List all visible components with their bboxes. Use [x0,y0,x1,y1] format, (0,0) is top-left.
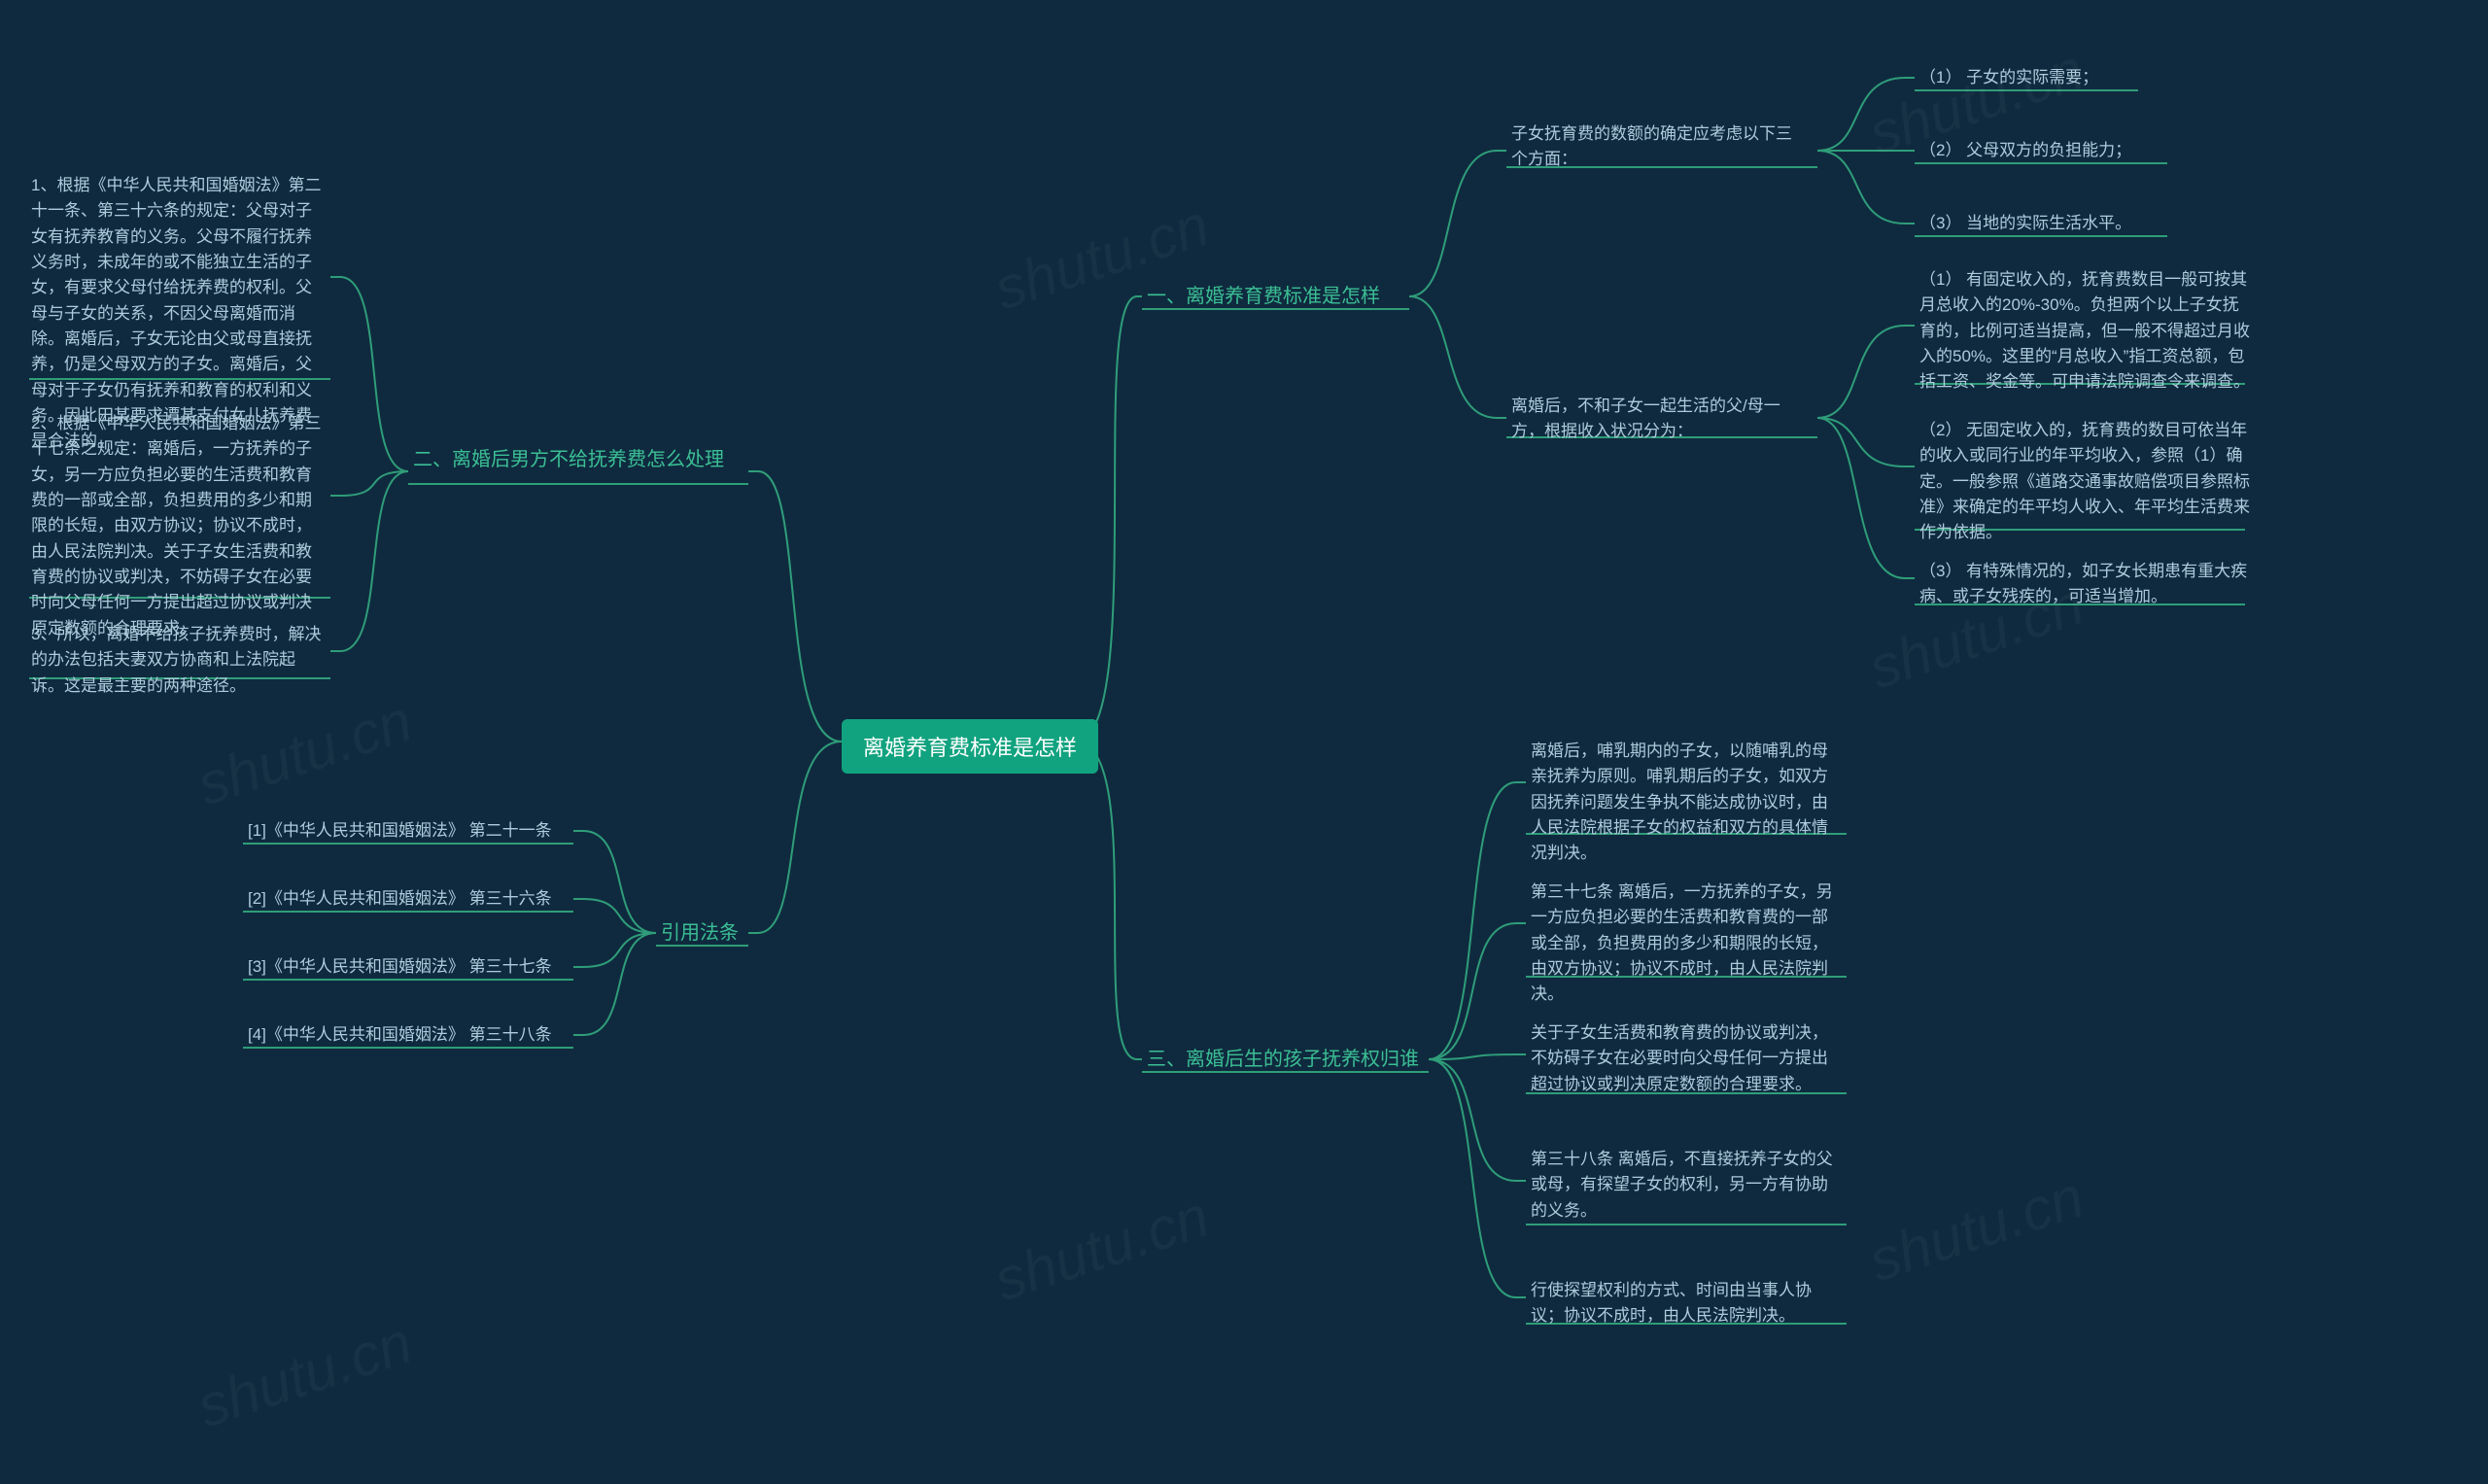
b2-leaf-2-text: 2、根据《中华人民共和国婚姻法》第三十七条之规定：离婚后，一方抚养的子女，另一方… [31,414,321,638]
watermark-text: shutu.cn [190,1310,419,1440]
watermark: shutu.cn [190,1309,420,1441]
branch-1[interactable]: 一、离婚养育费标准是怎样 [1147,282,1380,312]
b2-leaf-3[interactable]: 3、所以，离婚不给孩子抚养费时，解决的办法包括夫妻双方协商和上法院起诉。这是最主… [31,622,323,699]
branch-4-label: 引用法条 [661,922,739,944]
branch-4[interactable]: 引用法条 [661,918,739,949]
b3-leaf-4-text: 第三十八条 离婚后，不直接抚养子女的父或母，有探望子女的权利，另一方有协助的义务… [1531,1150,1833,1220]
b4-leaf-3[interactable]: [3]《中华人民共和国婚姻法》 第三十七条 [248,954,552,980]
branch-3-label: 三、离婚后生的孩子抚养权归谁 [1147,1049,1419,1070]
b3-leaf-4[interactable]: 第三十八条 离婚后，不直接抚养子女的父或母，有探望子女的权利，另一方有协助的义务… [1531,1147,1842,1224]
b2-leaf-2[interactable]: 2、根据《中华人民共和国婚姻法》第三十七条之规定：离婚后，一方抚养的子女，另一方… [31,411,323,641]
b3-leaf-3-text: 关于子女生活费和教育费的协议或判决，不妨碍子女在必要时向父母任何一方提出超过协议… [1531,1023,1828,1093]
b3-leaf-2-text: 第三十七条 离婚后，一方抚养的子女，另一方应负担必要的生活费和教育费的一部或全部… [1531,882,1833,1003]
branch-3[interactable]: 三、离婚后生的孩子抚养权归谁 [1147,1045,1419,1075]
b2-leaf-3-text: 3、所以，离婚不给孩子抚养费时，解决的办法包括夫妻双方协商和上法院起诉。这是最主… [31,625,321,695]
b1s1-leaf-3-text: （3） 当地的实际生活水平。 [1919,214,2131,232]
b1s2-leaf-2[interactable]: （2） 无固定收入的，抚育费的数目可依当年的收入或同行业的年平均收入，参照（1）… [1919,418,2250,546]
b2-leaf-1-text: 1、根据《中华人民共和国婚姻法》第二十一条、第三十六条的规定：父母对子女有抚养教… [31,176,321,450]
b4-leaf-4-text: [4]《中华人民共和国婚姻法》 第三十八条 [248,1025,552,1044]
branch-1-sub-1[interactable]: 子女抚育费的数额的确定应考虑以下三个方面： [1511,121,1803,173]
watermark-text: shutu.cn [1861,1164,2091,1294]
branch-2-label: 二、离婚后男方不给抚养费怎么处理 [413,449,724,470]
b3-leaf-1[interactable]: 离婚后，哺乳期内的子女，以随哺乳的母亲抚养为原则。哺乳期后的子女，如双方因抚养问… [1531,739,1842,867]
watermark-text: shutu.cn [986,1184,1216,1314]
b3-leaf-2[interactable]: 第三十七条 离婚后，一方抚养的子女，另一方应负担必要的生活费和教育费的一部或全部… [1531,880,1842,1008]
watermark: shutu.cn [1861,1163,2091,1295]
b4-leaf-2[interactable]: [2]《中华人民共和国婚姻法》 第三十六条 [248,886,552,912]
b3-leaf-1-text: 离婚后，哺乳期内的子女，以随哺乳的母亲抚养为原则。哺乳期后的子女，如双方因抚养问… [1531,742,1828,862]
b4-leaf-1[interactable]: [1]《中华人民共和国婚姻法》 第二十一条 [248,818,552,844]
branch-1-sub-1-label: 子女抚育费的数额的确定应考虑以下三个方面： [1511,124,1792,168]
branch-2[interactable]: 二、离婚后男方不给抚养费怎么处理 [413,445,724,475]
watermark: shutu.cn [190,687,420,819]
branch-1-sub-2[interactable]: 离婚后，不和子女一起生活的父/母一方，根据收入状况分为： [1511,394,1803,445]
b4-leaf-1-text: [1]《中华人民共和国婚姻法》 第二十一条 [248,821,552,840]
branch-1-sub-2-label: 离婚后，不和子女一起生活的父/母一方，根据收入状况分为： [1511,397,1780,440]
b1s1-leaf-1-text: （1） 子女的实际需要； [1919,68,2098,86]
b1s2-leaf-3-text: （3） 有特殊情况的，如子女长期患有重大疾病、或子女残疾的，可适当增加。 [1919,562,2247,605]
b1s2-leaf-1-text: （1） 有固定收入的，抚育费数目一般可按其月总收入的20%-30%。负担两个以上… [1919,270,2250,391]
b3-leaf-5[interactable]: 行使探望权利的方式、时间由当事人协议；协议不成时，由人民法院判决。 [1531,1278,1842,1329]
mindmap-canvas: { "root": "离婚养育费标准是怎样", "right": { "b1":… [0,0,2488,1484]
b1s2-leaf-2-text: （2） 无固定收入的，抚育费的数目可依当年的收入或同行业的年平均收入，参照（1）… [1919,421,2250,541]
branch-1-label: 一、离婚养育费标准是怎样 [1147,286,1380,307]
b1s2-leaf-1[interactable]: （1） 有固定收入的，抚育费数目一般可按其月总收入的20%-30%。负担两个以上… [1919,267,2250,396]
b1s1-leaf-1[interactable]: （1） 子女的实际需要； [1919,65,2098,90]
b1s2-leaf-3[interactable]: （3） 有特殊情况的，如子女长期患有重大疾病、或子女残疾的，可适当增加。 [1919,559,2250,610]
b4-leaf-2-text: [2]《中华人民共和国婚姻法》 第三十六条 [248,889,552,908]
root-label: 离婚养育费标准是怎样 [863,736,1077,760]
b4-leaf-3-text: [3]《中华人民共和国婚姻法》 第三十七条 [248,957,552,976]
b3-leaf-3[interactable]: 关于子女生活费和教育费的协议或判决，不妨碍子女在必要时向父母任何一方提出超过协议… [1531,1020,1842,1097]
b1s1-leaf-2-text: （2） 父母双方的负担能力； [1919,141,2131,159]
b1s1-leaf-3[interactable]: （3） 当地的实际生活水平。 [1919,211,2131,236]
b1s1-leaf-2[interactable]: （2） 父母双方的负担能力； [1919,138,2131,163]
b4-leaf-4[interactable]: [4]《中华人民共和国婚姻法》 第三十八条 [248,1022,552,1048]
watermark-text: shutu.cn [190,688,419,818]
watermark: shutu.cn [986,1183,1217,1315]
root-node[interactable]: 离婚养育费标准是怎样 [842,719,1098,774]
b3-leaf-5-text: 行使探望权利的方式、时间由当事人协议；协议不成时，由人民法院判决。 [1531,1281,1812,1325]
